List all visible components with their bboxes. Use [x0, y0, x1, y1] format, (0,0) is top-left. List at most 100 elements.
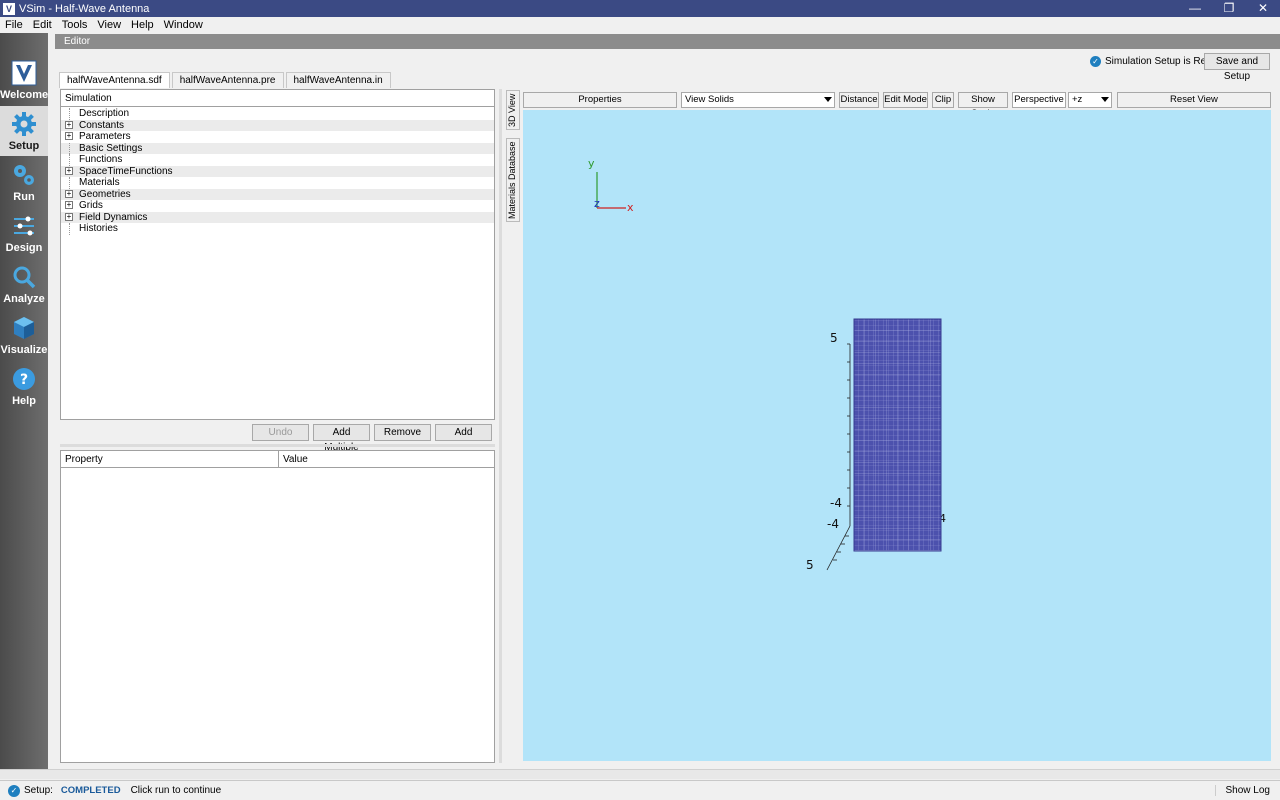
- nav-run[interactable]: Run: [0, 157, 48, 207]
- nav-welcome[interactable]: Welcome: [0, 55, 48, 105]
- antenna-solid-grid: [854, 319, 941, 551]
- y-axis-label: y: [588, 157, 595, 170]
- menu-help[interactable]: Help: [126, 19, 159, 31]
- gear-icon: [12, 112, 36, 136]
- tree-item-histories[interactable]: Histories: [61, 223, 494, 235]
- view-mode-select[interactable]: View Solids: [681, 92, 835, 108]
- h-splitter[interactable]: [60, 444, 495, 447]
- add-multiple-button[interactable]: Add Multiple: [313, 424, 370, 453]
- tab-3d-view[interactable]: 3D View: [506, 90, 520, 130]
- properties-button[interactable]: Properties: [523, 92, 677, 108]
- undo-button[interactable]: Undo: [252, 424, 309, 441]
- orientation-axes: y x z: [588, 157, 634, 214]
- save-and-setup-button[interactable]: Save and Setup: [1204, 53, 1270, 82]
- close-button[interactable]: ✕: [1246, 0, 1280, 17]
- tree-item-grids[interactable]: + Grids: [61, 200, 494, 212]
- expand-icon[interactable]: +: [65, 201, 73, 209]
- chevron-down-icon: [824, 97, 832, 102]
- nav-label: Setup: [8, 140, 40, 152]
- property-column-header[interactable]: Property: [61, 451, 279, 467]
- cube-icon: [14, 317, 34, 339]
- clip-button[interactable]: Clip: [932, 92, 954, 108]
- minimize-button[interactable]: —: [1178, 0, 1212, 17]
- menu-bar: File Edit Tools View Help Window: [0, 17, 1280, 33]
- remove-button[interactable]: Remove: [374, 424, 431, 441]
- horizontal-scrollbar[interactable]: [0, 769, 1280, 779]
- nav-label: Run: [13, 191, 35, 203]
- tab-materials-database[interactable]: Materials Database: [506, 138, 520, 222]
- tree-item-constants[interactable]: + Constants: [61, 119, 494, 131]
- tab-pre[interactable]: halfWaveAntenna.pre: [171, 72, 284, 88]
- show-log-button[interactable]: Show Log: [1214, 785, 1270, 796]
- nav-visualize[interactable]: Visualize: [0, 310, 48, 360]
- check-icon: ✓: [1090, 56, 1101, 67]
- scale-label-top: 5: [830, 331, 838, 345]
- tree-item-functions[interactable]: Functions: [61, 154, 494, 166]
- tree-item-spacetimefunctions[interactable]: + SpaceTimeFunctions: [61, 165, 494, 177]
- window-title: VSim - Half-Wave Antenna: [19, 2, 150, 15]
- 3d-view-canvas[interactable]: y x z 5 -4 -4 4 5: [523, 110, 1271, 761]
- edit-mode-button[interactable]: Edit Mode: [883, 92, 928, 108]
- menu-view[interactable]: View: [92, 19, 126, 31]
- tree-item-field-dynamics[interactable]: + Field Dynamics: [61, 211, 494, 223]
- x-axis-label: x: [627, 201, 634, 214]
- maximize-button[interactable]: ❐: [1212, 0, 1246, 17]
- tree-item-basic-settings[interactable]: Basic Settings: [61, 142, 494, 154]
- menu-tools[interactable]: Tools: [57, 19, 93, 31]
- axis-direction-value: +z: [1072, 94, 1083, 105]
- scale-label-bottom: 5: [806, 558, 814, 572]
- sliders-icon: [14, 216, 34, 236]
- svg-text:?: ?: [20, 372, 28, 388]
- tree-item-materials[interactable]: Materials: [61, 177, 494, 189]
- status-prefix: Setup:: [24, 785, 53, 796]
- chevron-down-icon: [1101, 97, 1109, 102]
- expand-icon[interactable]: +: [65, 120, 73, 129]
- expand-icon[interactable]: +: [65, 132, 73, 140]
- nav-setup[interactable]: Setup: [0, 106, 48, 156]
- nav-label: Analyze: [3, 293, 45, 305]
- vsim-logo-icon: [11, 60, 37, 86]
- left-nav: Welcome Setup Run Design Analyze Visuali…: [0, 33, 48, 769]
- distance-button[interactable]: Distance: [839, 92, 879, 108]
- expand-icon[interactable]: +: [65, 189, 73, 198]
- simulation-tree: Simulation Description + Constants + Param…: [60, 89, 495, 420]
- nav-design[interactable]: Design: [0, 208, 48, 258]
- scale-ruler: [826, 343, 851, 571]
- tree-header: Simulation: [61, 90, 494, 107]
- nav-label: Visualize: [0, 344, 48, 356]
- setup-ready-status: ✓ Simulation Setup is Ready: [1090, 56, 1222, 67]
- menu-file[interactable]: File: [0, 19, 28, 31]
- file-tabs: halfWaveAntenna.sdf halfWaveAntenna.pre …: [59, 72, 393, 88]
- menu-edit[interactable]: Edit: [28, 19, 57, 31]
- property-table: Property Value: [60, 450, 495, 763]
- show-scale-button[interactable]: Show Scale: [958, 92, 1008, 119]
- nav-label: Help: [12, 395, 36, 407]
- status-bar: ✓ Setup: COMPLETED Click run to continue…: [0, 780, 1280, 800]
- question-icon: ?: [13, 368, 35, 390]
- view-mode-value: View Solids: [685, 94, 734, 105]
- tree-item-description[interactable]: Description: [61, 108, 494, 120]
- nav-help[interactable]: ? Help: [0, 361, 48, 411]
- z-axis-label: z: [594, 197, 600, 210]
- expand-icon[interactable]: +: [65, 212, 73, 221]
- scale-label-mid2: -4: [827, 517, 839, 531]
- tree-item-geometries[interactable]: + Geometries: [61, 188, 494, 200]
- v-splitter[interactable]: [499, 89, 502, 763]
- reset-view-button[interactable]: Reset View: [1117, 92, 1271, 108]
- tab-in[interactable]: halfWaveAntenna.in: [285, 72, 391, 88]
- app-logo-icon: V: [3, 2, 15, 15]
- title-bar: V VSim - Half-Wave Antenna — ❐ ✕: [0, 0, 1280, 17]
- nav-label: Design: [5, 242, 43, 254]
- axis-direction-select[interactable]: +z: [1068, 92, 1112, 108]
- nav-analyze[interactable]: Analyze: [0, 259, 48, 309]
- status-state: COMPLETED: [60, 785, 121, 796]
- menu-window[interactable]: Window: [159, 19, 208, 31]
- add-button[interactable]: Add: [435, 424, 492, 441]
- expand-icon[interactable]: +: [65, 166, 73, 175]
- side-tabs: 3D View Materials Database: [506, 90, 520, 770]
- tab-sdf[interactable]: halfWaveAntenna.sdf: [59, 72, 170, 88]
- tree-item-parameters[interactable]: + Parameters: [61, 131, 494, 143]
- value-column-header[interactable]: Value: [279, 451, 308, 467]
- perspective-toggle[interactable]: Perspective: [1012, 92, 1066, 108]
- editor-header: Editor: [55, 34, 1280, 49]
